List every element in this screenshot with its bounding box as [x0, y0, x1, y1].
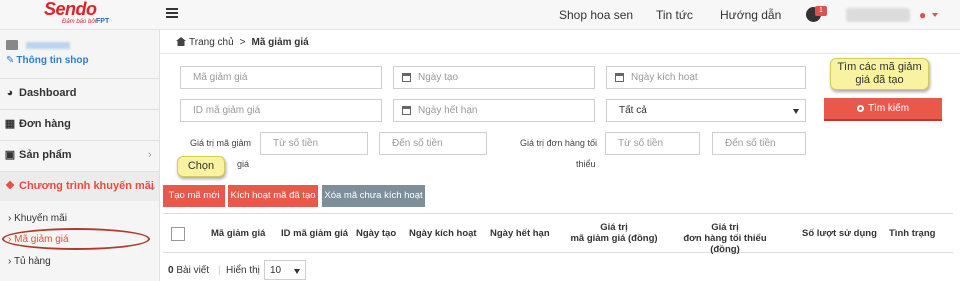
record-count-label: Bài viết: [176, 265, 210, 276]
search-button-label: Tìm kiếm: [867, 103, 910, 114]
status-select[interactable]: Tất cả: [606, 99, 806, 122]
delete-inactive-button[interactable]: Xóa mã chưa kích hoạt: [322, 185, 425, 207]
page-size-select[interactable]: 10: [264, 260, 306, 280]
col-created[interactable]: Ngày tạo: [356, 228, 396, 239]
highlight-annotation: [2, 228, 150, 250]
search-icon: [856, 105, 864, 112]
top-bar: Sendo Đảm bảo bởi FPT Shop hoa sen Tin t…: [0, 0, 960, 30]
col-value[interactable]: Giá trị mã giảm giá (đồng): [569, 222, 659, 244]
sidebar-item-label: Chương trình khuyến mãi: [19, 180, 154, 192]
footer-divider: |: [218, 265, 221, 276]
expire-date-input[interactable]: Ngày hết hạn: [393, 99, 595, 122]
value-to-input[interactable]: Đến số tiền: [379, 132, 487, 155]
search-button[interactable]: Tìm kiếm: [824, 98, 942, 121]
min-to-input[interactable]: Đến số tiền: [712, 132, 806, 155]
calendar-icon: [402, 73, 411, 82]
user-icon[interactable]: ●: [919, 8, 926, 22]
notification-badge: 1: [815, 6, 827, 16]
create-code-button[interactable]: Tạo mã mới: [163, 185, 225, 207]
value-from-input[interactable]: Từ số tiền: [260, 132, 368, 155]
nav-shop-hoa-sen[interactable]: Shop hoa sen: [559, 8, 633, 22]
sidebar-item-label: Đơn hàng: [19, 118, 71, 130]
expire-date-placeholder: Ngày hết hạn: [418, 105, 478, 116]
box-icon: ▣: [4, 149, 16, 161]
calendar-icon: [402, 106, 411, 115]
shop-name: [26, 42, 70, 49]
min-from-input[interactable]: Từ số tiền: [605, 132, 700, 155]
col-status[interactable]: Tình trạng: [889, 228, 935, 239]
breadcrumb-current: Mã giảm giá: [251, 37, 309, 48]
logo-partner: FPT: [96, 18, 110, 25]
sidebar-item-promotions[interactable]: ❖ Chương trình khuyến mãi ⌄: [0, 171, 159, 201]
shop-info-label: Thông tin shop: [16, 55, 89, 66]
created-date-placeholder: Ngày tạo: [418, 72, 459, 83]
record-count: 0 Bài viết: [168, 265, 209, 276]
sidebar-item-orders[interactable]: ▦ Đơn hàng: [0, 109, 159, 139]
select-all-checkbox[interactable]: [171, 227, 185, 241]
status-value: Tất cả: [619, 105, 647, 116]
search-tooltip: Tìm các mã giảm giá đã tạo: [830, 58, 929, 90]
code-input[interactable]: Mã giảm giá: [180, 66, 382, 89]
col-code[interactable]: Mã giảm giá: [211, 228, 265, 239]
divider: [160, 53, 960, 54]
sidebar-subitem-tu-hang[interactable]: › Tủ hàng: [8, 256, 51, 267]
chevron-right-icon: ›: [148, 149, 152, 161]
shop-info-link[interactable]: ✎ Thông tin shop: [6, 55, 89, 66]
created-date-input[interactable]: Ngày tạo: [393, 66, 595, 89]
sidebar-item-products[interactable]: ▣ Sản phẩm ›: [0, 140, 159, 170]
sidebar-subitem-khuyen-mai[interactable]: › Khuyến mãi: [8, 213, 67, 224]
chevron-down-icon: ⌄: [148, 181, 158, 193]
record-count-value: 0: [168, 265, 174, 276]
chevron-down-icon: [793, 109, 799, 114]
sidebar-item-dashboard[interactable]: ◕ Dashboard: [0, 78, 159, 108]
activate-date-placeholder: Ngày kích hoạt: [631, 72, 698, 83]
store-icon: [6, 40, 18, 50]
sidebar-item-label: Dashboard: [19, 87, 77, 99]
breadcrumb: Trang chủ > Mã giảm giá: [176, 37, 309, 48]
value-label: Giá trị mã giảm: [190, 138, 252, 148]
col-usage[interactable]: Số lượt sử dụng: [802, 228, 877, 239]
chevron-down-icon: [294, 269, 300, 274]
nav-huong-dan[interactable]: Hướng dẫn: [720, 8, 781, 22]
home-icon[interactable]: [176, 37, 186, 46]
edit-icon: ✎: [6, 55, 15, 66]
chevron-down-icon[interactable]: [932, 13, 938, 17]
sendo-logo[interactable]: Sendo Đảm bảo bởi FPT: [38, 0, 128, 28]
user-name[interactable]: [846, 8, 910, 22]
col-activated[interactable]: Ngày kích hoạt: [409, 228, 477, 239]
col-id[interactable]: ID mã giảm giá: [281, 228, 348, 239]
id-input[interactable]: ID mã giảm giá: [180, 99, 382, 122]
logo-tagline: Đảm bảo bởi: [62, 19, 97, 25]
nav-tin-tuc[interactable]: Tin tức: [656, 8, 693, 22]
subitem-label: Tủ hàng: [13, 256, 51, 267]
tag-icon: ❖: [5, 180, 15, 192]
col-min-order[interactable]: Giá trị đơn hàng tối thiểu (đồng): [673, 222, 777, 255]
page-size-value: 10: [270, 265, 282, 276]
breadcrumb-home[interactable]: Trang chủ: [189, 37, 234, 48]
activate-code-button[interactable]: Kích hoạt mã đã tạo: [228, 185, 318, 207]
subitem-label: Khuyến mãi: [14, 213, 67, 224]
calendar-icon: [615, 73, 624, 82]
breadcrumb-separator: >: [239, 37, 246, 48]
dashboard-icon: ◕: [6, 87, 14, 99]
min-order-label-cont: thiểu: [576, 159, 596, 169]
value-label-cont: giá: [237, 159, 250, 169]
logo-wordmark: Sendo: [44, 0, 97, 19]
create-tooltip: Chọn: [177, 156, 225, 177]
sidebar-item-label: Sản phẩm: [19, 149, 72, 161]
col-expire[interactable]: Ngày hết hạn: [490, 228, 550, 239]
show-label: Hiển thị: [226, 265, 260, 276]
menu-toggle-icon[interactable]: [166, 8, 178, 19]
activate-date-input[interactable]: Ngày kích hoạt: [606, 66, 806, 89]
table-icon: ▦: [4, 118, 16, 130]
min-order-label: Giá trị đơn hàng tối: [520, 138, 597, 148]
